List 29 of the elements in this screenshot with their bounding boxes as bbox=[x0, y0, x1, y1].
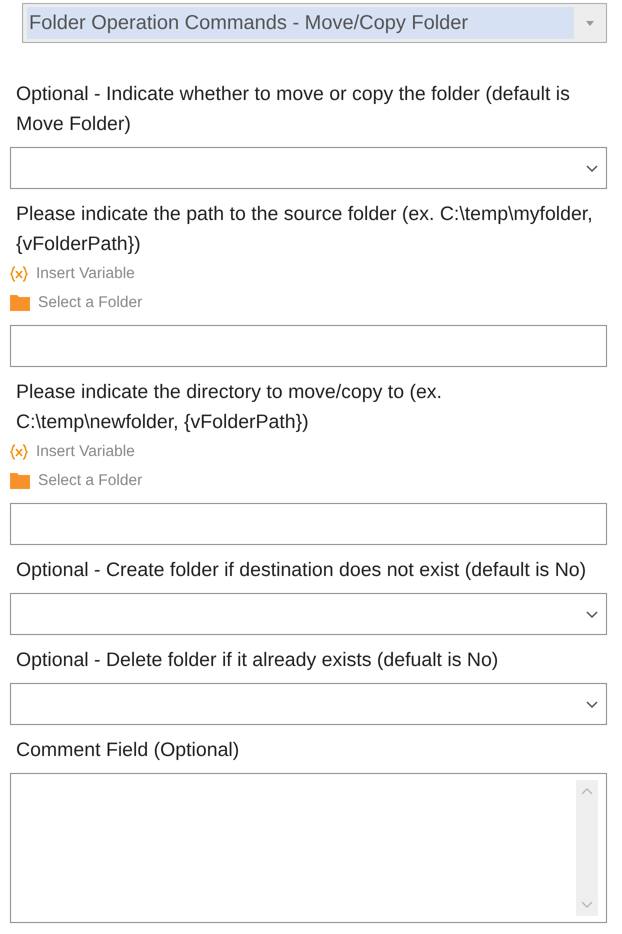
dropdown-field[interactable] bbox=[10, 147, 607, 189]
field-label: Optional - Indicate whether to move or copy the folder (default is Move Folder) bbox=[15, 82, 571, 137]
input-field[interactable] bbox=[10, 325, 607, 367]
command-dropdown[interactable]: Folder Operation Commands - Move/Copy Folder bbox=[22, 3, 607, 43]
tool-link[interactable]: Select a Folder bbox=[38, 472, 142, 490]
field-label: Please indicate the path to the source folder (ex. C:\temp\myfolder, {vFolderPath}) bbox=[15, 202, 594, 257]
field-label: Please indicate the directory to move/copy to (ex. C:\temp\newfolder, {vFolderPath}) bbox=[15, 380, 443, 435]
variable-icon bbox=[10, 266, 28, 282]
field-label: Optional - Delete folder if it already exists (defualt is No) bbox=[15, 648, 500, 673]
variable-icon bbox=[10, 444, 28, 460]
field-label: Comment Field (Optional) bbox=[15, 738, 240, 763]
chevron-down-icon bbox=[586, 164, 598, 172]
field-label: Optional - Create folder if destination does not exist (default is No) bbox=[15, 558, 588, 583]
tool-link[interactable]: Select a Folder bbox=[38, 294, 142, 312]
tool-link[interactable]: Insert Variable bbox=[36, 264, 135, 282]
scrollbar[interactable] bbox=[576, 780, 598, 916]
chevron-up-icon bbox=[581, 788, 593, 795]
chevron-down-icon bbox=[586, 610, 598, 618]
comment-field[interactable] bbox=[10, 773, 607, 923]
chevron-down-icon bbox=[586, 700, 598, 708]
folder-icon bbox=[10, 472, 30, 489]
caret-icon bbox=[586, 20, 594, 26]
input-field[interactable] bbox=[10, 503, 607, 545]
command-value: Folder Operation Commands - Move/Copy Folder bbox=[27, 7, 574, 39]
dropdown-field[interactable] bbox=[10, 683, 607, 725]
tool-link[interactable]: Insert Variable bbox=[36, 442, 135, 460]
dropdown-field[interactable] bbox=[10, 593, 607, 635]
folder-icon bbox=[10, 294, 30, 311]
chevron-down-icon bbox=[581, 901, 593, 908]
